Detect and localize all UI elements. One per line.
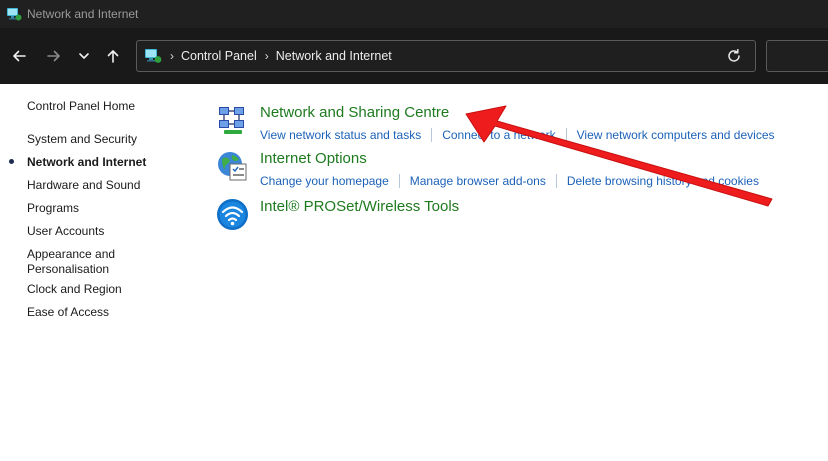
link-divider <box>431 128 433 142</box>
window-title: Network and Internet <box>27 7 139 21</box>
network-sharing-tasks: View network status and tasks Connect to… <box>260 128 775 142</box>
control-panel-icon <box>145 49 162 63</box>
internet-options-icon <box>218 152 247 181</box>
breadcrumb-control-panel[interactable]: Control Panel <box>181 49 257 63</box>
sidebar-item-programs[interactable]: Programs <box>27 201 79 216</box>
change-homepage-link[interactable]: Change your homepage <box>260 174 389 188</box>
manage-add-ons-link[interactable]: Manage browser add-ons <box>410 174 546 188</box>
breadcrumb-network-internet[interactable]: Network and Internet <box>276 49 392 63</box>
link-divider <box>565 128 567 142</box>
chevron-down-icon <box>79 53 89 59</box>
navigation-bar: › Control Panel › Network and Internet <box>0 28 828 84</box>
link-divider <box>398 174 400 188</box>
back-button[interactable] <box>8 45 30 67</box>
recent-locations-button[interactable] <box>73 45 95 67</box>
forward-button[interactable] <box>43 45 65 67</box>
delete-browsing-history-link[interactable]: Delete browsing history and cookies <box>567 174 759 188</box>
network-sharing-icon <box>219 107 244 134</box>
view-network-computers-link[interactable]: View network computers and devices <box>577 128 775 142</box>
sidebar-item-control-panel-home[interactable]: Control Panel Home <box>27 99 135 114</box>
title-bar: Network and Internet <box>0 0 828 28</box>
sidebar: Control Panel Home System and Security N… <box>0 84 200 461</box>
connect-to-network-link[interactable]: Connect to a network <box>442 128 555 142</box>
sidebar-item-appearance[interactable]: Appearance and Personalisation <box>27 247 137 277</box>
sidebar-item-clock-region[interactable]: Clock and Region <box>27 282 122 297</box>
intel-proset-wireless-link[interactable]: Intel® PROSet/Wireless Tools <box>260 198 459 215</box>
wireless-icon <box>217 199 248 230</box>
active-bullet <box>9 159 14 164</box>
refresh-icon[interactable] <box>725 47 743 65</box>
chevron-right-icon: › <box>264 49 269 63</box>
sidebar-item-ease-of-access[interactable]: Ease of Access <box>27 305 109 320</box>
arrow-up-icon <box>107 50 119 63</box>
sidebar-item-network-internet[interactable]: Network and Internet <box>27 155 146 170</box>
sidebar-item-user-accounts[interactable]: User Accounts <box>27 224 104 239</box>
search-input[interactable] <box>766 40 828 72</box>
network-folder-icon <box>7 8 22 21</box>
arrow-right-icon <box>47 50 60 62</box>
internet-options-tasks: Change your homepage Manage browser add-… <box>260 174 759 188</box>
up-button[interactable] <box>102 45 124 67</box>
address-bar[interactable]: › Control Panel › Network and Internet <box>136 40 756 72</box>
chevron-right-icon: › <box>170 49 174 63</box>
arrow-left-icon <box>13 50 26 62</box>
network-sharing-centre-link[interactable]: Network and Sharing Centre <box>260 104 449 121</box>
internet-options-link[interactable]: Internet Options <box>260 150 367 167</box>
sidebar-item-hardware-sound[interactable]: Hardware and Sound <box>27 178 140 193</box>
link-divider <box>555 174 557 188</box>
view-network-status-link[interactable]: View network status and tasks <box>260 128 421 142</box>
sidebar-item-system-security[interactable]: System and Security <box>27 132 137 147</box>
